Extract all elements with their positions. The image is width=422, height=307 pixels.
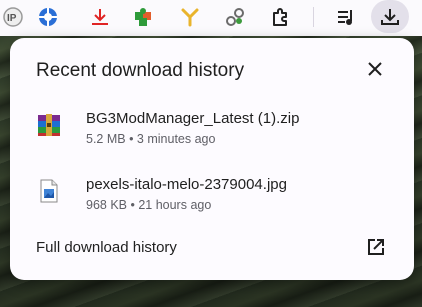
svg-text:IP: IP (7, 13, 17, 24)
zip-archive-icon (36, 112, 62, 138)
download-item[interactable]: BG3ModManager_Latest (1).zip 5.2 MB • 3 … (10, 106, 414, 162)
open-in-new-tab-button[interactable] (364, 235, 388, 259)
close-button[interactable] (362, 56, 388, 82)
download-icon (381, 8, 399, 25)
extensions-puzzle-icon[interactable] (267, 4, 293, 30)
toolbar-separator (313, 7, 314, 27)
ip-icon[interactable]: IP (0, 4, 26, 30)
crosshair-icon[interactable] (35, 4, 61, 30)
download-button[interactable] (371, 0, 409, 33)
media-queue-icon[interactable] (333, 4, 359, 30)
puzzle-green-icon[interactable] (130, 4, 156, 30)
popup-title: Recent download history (36, 60, 245, 81)
external-link-icon (368, 239, 384, 255)
download-file-meta: 968 KB • 21 hours ago (86, 198, 212, 212)
download-history-popup: Recent download history BG3ModManager_La… (10, 38, 414, 280)
close-icon (368, 62, 382, 76)
download-file-name: pexels-italo-melo-2379004.jpg (86, 176, 287, 193)
image-file-icon (36, 178, 62, 204)
yellow-fork-icon[interactable] (177, 4, 203, 30)
download-file-name: BG3ModManager_Latest (1).zip (86, 110, 300, 127)
browser-toolbar: IP (0, 0, 422, 36)
download-file-meta: 5.2 MB • 3 minutes ago (86, 132, 216, 146)
link-icon[interactable] (222, 4, 248, 30)
download-item[interactable]: pexels-italo-melo-2379004.jpg 968 KB • 2… (10, 172, 414, 228)
full-download-history-link[interactable]: Full download history (36, 239, 177, 256)
red-download-icon[interactable] (87, 4, 113, 30)
